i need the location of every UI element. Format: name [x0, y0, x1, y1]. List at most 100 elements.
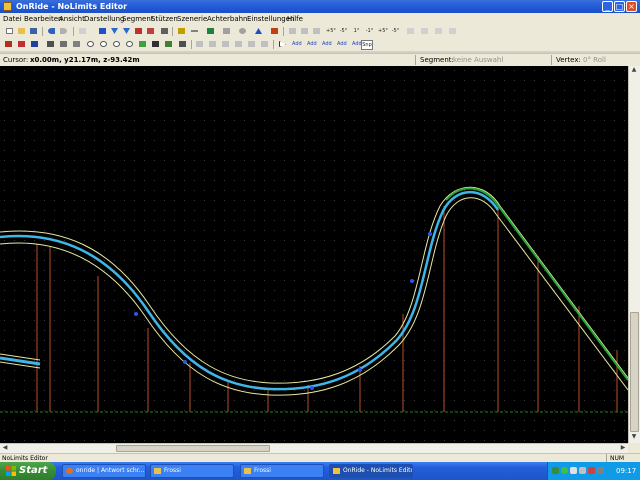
title-bar[interactable]: OnRide - NoLimits Editor _ □ × — [0, 0, 640, 13]
task-folder-frossi-2[interactable]: Frossi — [240, 464, 324, 478]
windows-flag-icon — [6, 466, 16, 476]
flag-icon[interactable] — [30, 39, 39, 49]
box2-icon[interactable] — [221, 39, 230, 49]
tray-icon-3[interactable] — [570, 467, 577, 474]
circle2-icon[interactable] — [125, 39, 134, 49]
clock[interactable]: 09:17 — [616, 465, 636, 477]
view3-icon[interactable] — [312, 26, 321, 36]
minus-icon[interactable] — [190, 26, 199, 36]
add-segment-button[interactable]: Add — [307, 39, 317, 49]
pipe-icon[interactable] — [59, 39, 68, 49]
new-file-icon[interactable] — [5, 26, 14, 36]
scroll-up-icon[interactable]: ▲ — [629, 66, 639, 74]
horizontal-scroll-thumb[interactable] — [116, 445, 270, 452]
menu-segment[interactable]: Segment — [122, 15, 154, 23]
view-icon[interactable] — [288, 26, 297, 36]
pencil-icon[interactable] — [4, 39, 13, 49]
task-browser[interactable]: onride | Antwort schr... — [62, 464, 146, 478]
menu-bearbeiten[interactable]: Bearbeiten — [24, 15, 62, 23]
pipe2-icon[interactable] — [195, 39, 204, 49]
menu-hilfe[interactable]: Hilfe — [287, 15, 303, 23]
train-icon[interactable] — [134, 26, 143, 36]
split-icon[interactable] — [17, 39, 26, 49]
footer-icon[interactable] — [238, 26, 247, 36]
zoom-fit-icon[interactable] — [448, 26, 457, 36]
rotate-step-icon[interactable]: 1° — [352, 26, 361, 36]
close-button[interactable]: × — [626, 1, 637, 12]
save-disk-icon[interactable] — [29, 26, 38, 36]
cursor-arrow-icon[interactable] — [278, 39, 287, 49]
minimize-button[interactable]: _ — [602, 1, 613, 12]
snap-button[interactable]: Snp — [361, 39, 373, 50]
ellipse-icon[interactable] — [86, 39, 95, 49]
redo-icon[interactable] — [59, 26, 68, 36]
station-icon[interactable] — [146, 26, 155, 36]
undo-icon[interactable] — [47, 26, 56, 36]
ellipse2-icon[interactable] — [99, 39, 108, 49]
box-icon[interactable] — [208, 39, 217, 49]
tray-icon-2[interactable] — [561, 467, 568, 474]
menu-darstellung[interactable]: Darstellung — [84, 15, 124, 23]
menu-stuetzen[interactable]: Stützen — [151, 15, 178, 23]
start-button[interactable]: Start — [0, 462, 56, 480]
tray-icon-4[interactable] — [579, 467, 586, 474]
move-icon[interactable] — [177, 26, 186, 36]
horizontal-scrollbar[interactable]: ◀ ▶ — [0, 443, 628, 453]
open-folder-icon[interactable] — [17, 26, 26, 36]
rotate-step4-icon[interactable]: -5° — [391, 26, 400, 36]
menu-achterbahn[interactable]: Achterbahn — [207, 15, 248, 23]
track-view-svg[interactable] — [0, 66, 628, 443]
zoom-in-icon[interactable] — [420, 26, 429, 36]
speaker-icon[interactable] — [597, 467, 604, 474]
box5-icon[interactable] — [260, 39, 269, 49]
window-title: OnRide - NoLimits Editor — [16, 2, 128, 11]
task-folder-frossi-1[interactable]: Frossi — [150, 464, 234, 478]
rotate-step3-icon[interactable]: +5° — [378, 26, 388, 36]
segment-up-icon[interactable] — [122, 26, 131, 36]
browser-icon — [66, 468, 73, 474]
vertical-scroll-thumb[interactable] — [630, 312, 639, 432]
vertical-scrollbar[interactable]: ▲ ▼ — [628, 66, 640, 443]
zoom-out-icon[interactable] — [434, 26, 443, 36]
rotate-step2-icon[interactable]: -1° — [365, 26, 374, 36]
track-edit-icon[interactable] — [78, 26, 87, 36]
warning-triangle-icon[interactable] — [254, 26, 263, 36]
menu-ansicht[interactable]: Ansicht — [59, 15, 85, 23]
tray-icon-1[interactable] — [552, 467, 559, 474]
task-onride-editor[interactable]: OnRide - NoLimits Editor — [329, 464, 413, 478]
scroll-down-icon[interactable]: ▼ — [629, 433, 639, 441]
pen-green-icon[interactable] — [164, 39, 173, 49]
circle-icon[interactable] — [112, 39, 121, 49]
view2-icon[interactable] — [300, 26, 309, 36]
render-icon[interactable] — [270, 26, 279, 36]
toolbar-tools: Add Add Add Add Add Snp — [0, 38, 640, 51]
rotate-left2-icon[interactable]: -5° — [339, 26, 348, 36]
add-support-button[interactable]: Add — [322, 39, 332, 49]
slash-icon[interactable] — [178, 39, 187, 49]
editor-viewport[interactable] — [0, 66, 628, 443]
segment-down-icon[interactable] — [110, 26, 119, 36]
pole-icon[interactable] — [151, 39, 160, 49]
add-footer-button[interactable]: Add — [337, 39, 347, 49]
vertex-select-icon[interactable] — [98, 26, 107, 36]
menu-datei[interactable]: Datei — [3, 15, 22, 23]
camera-icon[interactable] — [160, 26, 169, 36]
taskbar: Start onride | Antwort schr... Frossi Fr… — [0, 462, 640, 480]
tray-icon-5[interactable] — [588, 467, 595, 474]
box3-icon[interactable] — [234, 39, 243, 49]
add-vertex-button[interactable]: Add — [292, 39, 302, 49]
menu-szenerie[interactable]: Szenerie — [177, 15, 207, 23]
rail-icon[interactable] — [138, 39, 147, 49]
beam-icon[interactable] — [72, 39, 81, 49]
folder-icon — [154, 468, 161, 474]
scroll-left-icon[interactable]: ◀ — [0, 444, 10, 452]
scenery-tree-icon[interactable] — [206, 26, 215, 36]
add-beam-button[interactable]: Add — [352, 39, 362, 49]
maximize-button[interactable]: □ — [614, 1, 625, 12]
scroll-right-icon[interactable]: ▶ — [618, 444, 628, 452]
brush-icon[interactable] — [46, 39, 55, 49]
box4-icon[interactable] — [247, 39, 256, 49]
rotate-left-icon[interactable]: +5° — [326, 26, 336, 36]
support-icon[interactable] — [222, 26, 231, 36]
zoom-grid-icon[interactable] — [406, 26, 415, 36]
